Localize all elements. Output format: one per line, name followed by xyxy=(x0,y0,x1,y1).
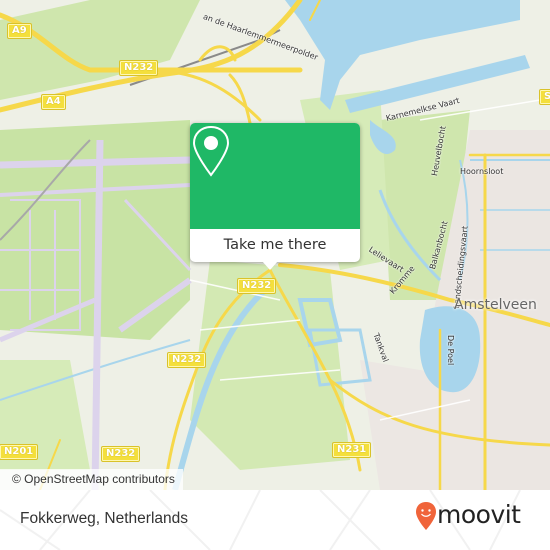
road-shield-a4: A4 xyxy=(41,94,66,110)
map-attribution[interactable]: © OpenStreetMap contributors xyxy=(0,469,183,490)
popup-header[interactable] xyxy=(190,123,360,229)
moovit-brand-text: moovit xyxy=(437,500,521,529)
road-shield-n201: N201 xyxy=(0,444,39,460)
footer: Fokkerweg, Netherlands moovit xyxy=(0,490,550,550)
map-label-de-poel: De Poel xyxy=(446,335,455,366)
road-shield-s: S xyxy=(538,89,550,105)
location-pin-icon xyxy=(192,125,230,177)
map-label-hoornsloot: Hoornsloot xyxy=(460,167,504,176)
road-shield-n232: N232 xyxy=(100,446,141,462)
road-shield-n232: N232 xyxy=(236,278,277,294)
take-me-there-button[interactable]: Take me there xyxy=(190,229,360,262)
map-label-city-amstelveen: Amstelveen xyxy=(454,297,537,313)
popup-pointer xyxy=(262,261,278,270)
road-shield-n232: N232 xyxy=(166,352,207,368)
map-view[interactable]: A9 N232 A4 N232 N232 N201 N232 N231 S Ka… xyxy=(0,0,550,490)
road-shield-n232: N232 xyxy=(118,60,159,76)
road-shield-n231: N231 xyxy=(331,442,372,458)
directions-popup[interactable]: Take me there xyxy=(190,123,360,270)
road-shield-a9: A9 xyxy=(7,23,32,39)
moovit-logo-icon xyxy=(416,502,436,530)
location-title: Fokkerweg, Netherlands xyxy=(20,510,188,527)
